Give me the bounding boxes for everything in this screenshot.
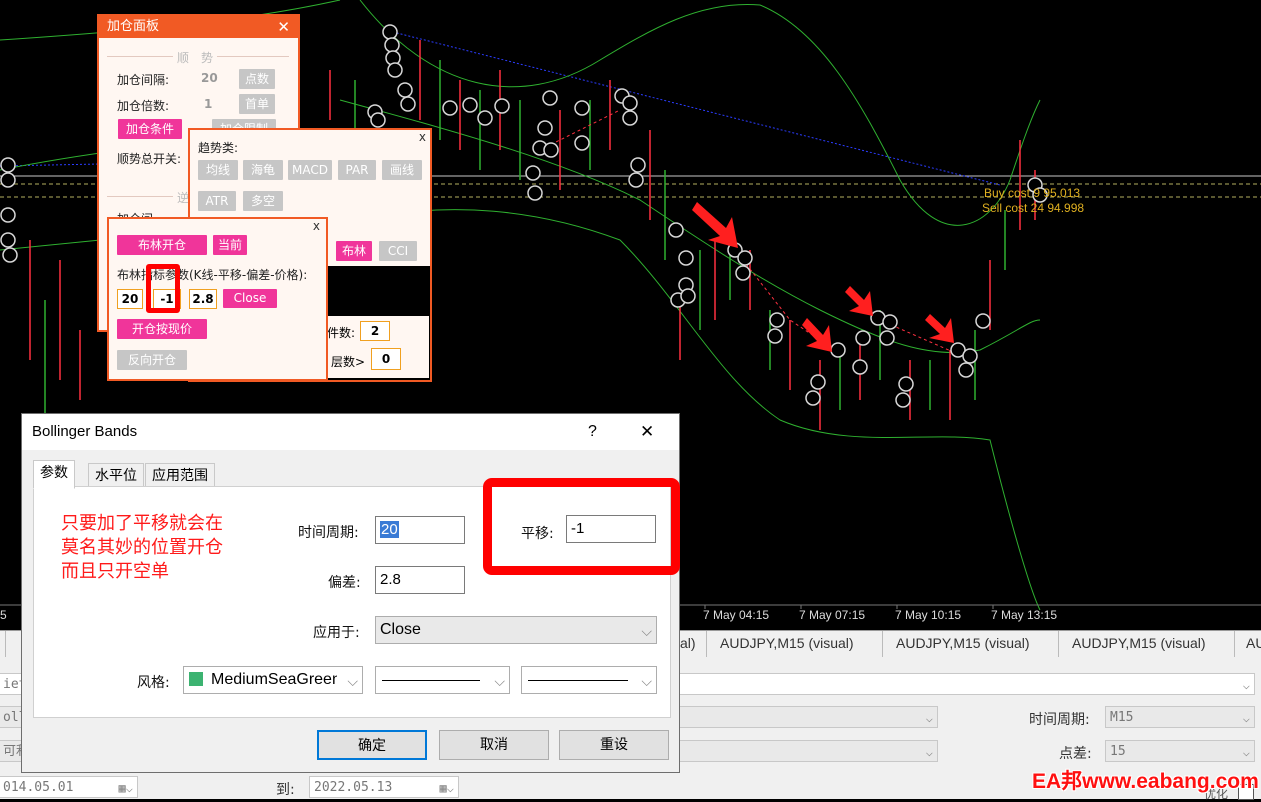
close-icon[interactable]: x xyxy=(313,219,320,233)
multiplier-label: 加仓倍数: xyxy=(117,99,170,113)
chart-tab[interactable]: al) xyxy=(680,635,696,651)
macd-button[interactable]: MACD xyxy=(288,160,332,180)
period-select[interactable]: M15 ⌵ xyxy=(1105,706,1255,728)
chevron-down-icon: ⌵ xyxy=(1242,745,1250,759)
chart-tab[interactable]: AUDJPY,M15 (visual) xyxy=(896,635,1030,651)
sell-cost-label: Sell cost 24 94.998 xyxy=(982,201,1084,215)
section-trend-label: 顺 势 xyxy=(173,49,218,66)
deviation-input[interactable]: 2.8 xyxy=(375,566,465,594)
chart-tab[interactable]: AUDJPY,M15 (visual) xyxy=(720,635,854,651)
multiplier-value: 1 xyxy=(204,97,213,111)
boll-deviation-input[interactable]: 2.8 xyxy=(189,289,217,309)
cci-button[interactable]: CCI xyxy=(379,241,417,261)
chart-tab[interactable]: AUDJPY,M15 (visual) xyxy=(1072,635,1206,651)
annotation-text: 只要加了平移就会在 莫名其妙的位置开仓 而且只开空单 xyxy=(61,512,223,584)
close-icon[interactable]: ✕ xyxy=(277,16,290,38)
annotation-line: 而且只开空单 xyxy=(61,561,169,582)
time-label: 7 May 10:15 xyxy=(895,608,961,622)
time-label: 5 xyxy=(0,608,7,622)
time-label: 7 May 07:15 xyxy=(799,608,865,622)
shift-input-highlight xyxy=(483,478,680,575)
close-icon[interactable]: x xyxy=(419,130,426,144)
date-from-value: 014.05.01 xyxy=(3,780,74,795)
cancel-button[interactable]: 取消 xyxy=(439,730,549,760)
style-label: 风格: xyxy=(137,675,170,691)
shift-highlight xyxy=(146,264,180,313)
watermark: EA邦www.eabang.com xyxy=(1032,770,1259,793)
apply-to-select[interactable]: Close ⌵ xyxy=(375,616,657,644)
time-label: 7 May 13:15 xyxy=(991,608,1057,622)
apply-to-value: Close xyxy=(380,621,421,638)
turtle-button[interactable]: 海龟 xyxy=(243,160,283,180)
deviation-label: 偏差: xyxy=(328,575,361,591)
atr-button[interactable]: ATR xyxy=(198,191,236,211)
time-label: 7 May 04:15 xyxy=(703,608,769,622)
apply-to-label: 应用于: xyxy=(313,625,360,641)
style-color-select[interactable]: MediumSeaGreen ⌵ xyxy=(183,666,363,694)
bollinger-bands-dialog: Bollinger Bands ? ✕ 参数 水平位 应用范围 只要加了平移就会… xyxy=(21,413,680,773)
chevron-down-icon: ⌵ xyxy=(925,745,933,759)
current-button[interactable]: 当前 xyxy=(213,235,247,255)
style-color-name: MediumSeaGreen xyxy=(211,671,337,688)
to-label: 到: xyxy=(276,782,295,798)
points-button[interactable]: 点数 xyxy=(239,69,275,89)
bollinger-open-panel: x 布林开仓 当前 布林指标参数(K线-平移-偏差-价格): 20 -1 2.8… xyxy=(107,217,328,381)
spread-label: 点差: xyxy=(1059,746,1092,762)
line-width-select[interactable]: ⌵ xyxy=(521,666,657,694)
spread-select[interactable]: 15 ⌵ xyxy=(1105,740,1255,762)
par-button[interactable]: PAR xyxy=(338,160,376,180)
chart-tab[interactable]: AU xyxy=(1246,635,1261,651)
chevron-down-icon: ⌵ xyxy=(1242,711,1250,725)
tab-parameters[interactable]: 参数 xyxy=(33,460,75,489)
period-label: 时间周期: xyxy=(1029,712,1090,728)
calendar-icon: ▦⌵ xyxy=(439,781,454,795)
date-from-input[interactable]: 014.05.01 ▦⌵ xyxy=(0,776,138,798)
add-panel-title: 加仓面板 ✕ xyxy=(99,16,298,38)
chevron-down-icon: ⌵ xyxy=(1242,678,1250,692)
ma-button[interactable]: 均线 xyxy=(198,160,238,180)
boll-button[interactable]: 布林 xyxy=(336,241,372,261)
help-icon[interactable]: ? xyxy=(588,414,597,450)
date-to-value: 2022.05.13 xyxy=(314,780,393,795)
open-at-market-button[interactable]: 开仓按现价 xyxy=(117,319,207,339)
add-panel-title-text: 加仓面板 xyxy=(107,19,160,34)
color-swatch xyxy=(189,672,203,686)
line-style-select[interactable]: ⌵ xyxy=(375,666,510,694)
chevron-down-icon: ⌵ xyxy=(494,673,505,689)
reverse-open-button[interactable]: 反向开仓 xyxy=(117,350,187,370)
boll-period-input[interactable]: 20 xyxy=(117,289,143,309)
spread-value: 15 xyxy=(1110,744,1126,759)
calendar-icon: ▦⌵ xyxy=(118,781,133,795)
date-to-input[interactable]: 2022.05.13 ▦⌵ xyxy=(309,776,459,798)
buy-cost-label: Buy cost 9 95.013 xyxy=(984,186,1080,200)
period-label: 时间周期: xyxy=(298,525,359,541)
close-icon[interactable]: ✕ xyxy=(640,414,654,450)
chevron-down-icon: ⌵ xyxy=(347,673,358,689)
annotation-line: 莫名其妙的位置开仓 xyxy=(61,537,223,558)
reset-button[interactable]: 重设 xyxy=(559,730,669,760)
dialog-title: Bollinger Bands xyxy=(32,423,138,440)
period-input[interactable]: 20 xyxy=(375,516,465,544)
draw-line-button[interactable]: 画线 xyxy=(382,160,422,180)
chevron-down-icon: ⌵ xyxy=(925,711,933,725)
ok-button[interactable]: 确定 xyxy=(317,730,427,760)
add-condition-button[interactable]: 加仓条件 xyxy=(118,119,182,139)
first-order-button[interactable]: 首单 xyxy=(239,94,275,114)
interval-label: 加仓间隔: xyxy=(117,73,170,87)
boll-price-button[interactable]: Close xyxy=(223,289,277,308)
chevron-down-icon: ⌵ xyxy=(641,673,652,689)
interval-value: 20 xyxy=(201,71,218,85)
dialog-titlebar: Bollinger Bands ? ✕ xyxy=(22,414,679,450)
trend-heading: 趋势类: xyxy=(198,141,239,155)
boll-open-button[interactable]: 布林开仓 xyxy=(117,235,207,255)
annotation-line: 只要加了平移就会在 xyxy=(61,513,223,534)
period-value: 20 xyxy=(380,521,399,538)
chevron-down-icon: ⌵ xyxy=(641,623,652,639)
period-value: M15 xyxy=(1110,710,1134,725)
trend-switch-label: 顺势总开关: xyxy=(117,152,182,166)
long-short-button[interactable]: 多空 xyxy=(243,191,283,211)
